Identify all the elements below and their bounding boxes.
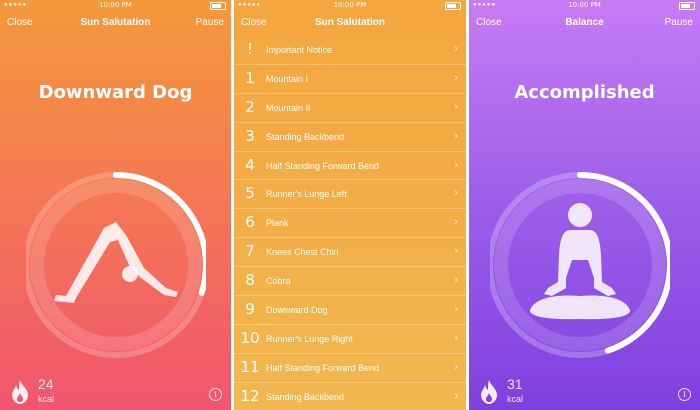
chevron-right-icon: ›: [454, 274, 458, 287]
step-number: 9: [245, 300, 255, 319]
list-item[interactable]: 11 Half Standing Forward Bend ›: [234, 354, 466, 383]
step-number: 10: [240, 328, 260, 347]
list-item[interactable]: 1 Mountain I ›: [234, 65, 466, 94]
nav-bar: Close Sun Salutation: [234, 14, 466, 32]
pose-title: Downward Dog: [38, 82, 193, 103]
chevron-right-icon: ›: [454, 129, 458, 142]
status-bar: ●●●●● 10:00 PM: [234, 0, 466, 11]
pose-label: Cobra: [266, 276, 291, 287]
step-number: !: [246, 40, 253, 58]
list-item[interactable]: 5 Runner's Lunge Left ›: [234, 180, 466, 210]
list-item[interactable]: ! Important Notice ›: [234, 36, 466, 65]
pose-label: Mountain II: [266, 102, 311, 113]
pose-label: Standing Backbend: [266, 131, 345, 142]
pose-label: Half Standing Forward Bend: [266, 160, 380, 171]
progress-ring: [490, 172, 670, 358]
pose-label: Standing Backbend: [266, 391, 345, 402]
pose-label: Runner's Lunge Right: [266, 333, 353, 344]
chevron-right-icon: ›: [454, 389, 458, 402]
step-number: 1: [245, 68, 255, 87]
kcal-value: 31: [507, 376, 523, 392]
list-item[interactable]: 10 Runner's Lunge Right ›: [234, 325, 466, 354]
step-number: 8: [245, 271, 255, 290]
nav-title: Sun Salutation: [315, 17, 385, 28]
pose-label: Runner's Lunge Left: [266, 189, 347, 200]
pause-button[interactable]: Pause: [665, 17, 693, 28]
list-item[interactable]: 9 Downward Dog ›: [234, 296, 466, 325]
step-number: 5: [245, 184, 255, 203]
chevron-right-icon: ›: [454, 43, 458, 55]
chevron-right-icon: ›: [454, 158, 458, 171]
list-item[interactable]: 3 Standing Backbend ›: [234, 123, 466, 152]
workout-screen-downward-dog: ●●●●● 10:00 PM Close Sun Salutation Paus…: [0, 0, 231, 410]
chevron-right-icon: ›: [454, 71, 458, 84]
step-number: 3: [245, 126, 255, 145]
flame-icon: [12, 380, 28, 404]
list-item[interactable]: 4 Half Standing Forward Bend ›: [234, 152, 466, 181]
pose-label: Mountain I: [266, 73, 309, 84]
battery-icon: [445, 2, 461, 10]
pose-label: Important Notice: [266, 45, 333, 55]
list-item[interactable]: 2 Mountain II ›: [234, 94, 466, 123]
chevron-right-icon: ›: [454, 216, 458, 229]
pose-list: ! Important Notice › 1 Mountain I › 2 Mountain …: [234, 36, 466, 410]
step-number: 2: [245, 97, 255, 116]
chevron-right-icon: ›: [454, 245, 458, 258]
chevron-right-icon: ›: [454, 187, 458, 200]
kcal-unit: kcal: [38, 394, 55, 404]
battery-icon: [210, 2, 226, 10]
nav-bar: Close Balance Pause: [469, 14, 700, 32]
pose-label: Plank: [266, 218, 289, 229]
step-number: 6: [245, 213, 255, 232]
status-time: 10:00 PM: [99, 1, 132, 9]
list-item[interactable]: 12 Standing Backbend ›: [234, 383, 466, 410]
chevron-right-icon: ›: [454, 331, 458, 344]
pause-button[interactable]: Pause: [196, 17, 224, 28]
chevron-right-icon: ›: [454, 100, 458, 113]
chevron-right-icon: ›: [454, 303, 458, 316]
status-time: 10:00 PM: [568, 1, 601, 9]
pose-list-screen: ●●●●● 10:00 PM Close Sun Salutation ! Imp…: [234, 0, 466, 410]
info-icon[interactable]: i: [209, 388, 222, 401]
status-bar: ●●●●● 10:00 PM: [469, 0, 700, 11]
workout-screen-accomplished: ●●●●● 10:00 PM Close Balance Pause Accom…: [469, 0, 700, 410]
list-item[interactable]: 7 Knees Chest Chin ›: [234, 238, 466, 268]
flame-icon: [481, 380, 497, 404]
list-item[interactable]: 6 Plank ›: [234, 209, 466, 239]
step-number: 4: [245, 155, 255, 174]
kcal-unit: kcal: [507, 394, 524, 404]
list-item[interactable]: 8 Cobra ›: [234, 267, 466, 297]
pose-label: Knees Chest Chin: [266, 247, 339, 258]
pose-title: Accomplished: [514, 82, 655, 103]
status-bar: ●●●●● 10:00 PM: [0, 0, 231, 11]
pose-label: Half Standing Forward Bend: [266, 362, 380, 373]
kcal-value: 24: [38, 376, 54, 392]
step-number: 12: [240, 386, 260, 405]
battery-icon: [679, 2, 695, 10]
chevron-right-icon: ›: [454, 360, 458, 373]
nav-bar: Close Sun Salutation Pause: [0, 14, 231, 32]
step-number: 11: [240, 357, 260, 376]
info-icon[interactable]: i: [678, 388, 691, 401]
meditation-pose-icon: [529, 203, 631, 320]
progress-ring: [26, 172, 206, 358]
status-time: 10:00 PM: [333, 1, 367, 9]
downward-dog-pose-icon: [54, 222, 178, 303]
step-number: 7: [245, 242, 255, 261]
pose-label: Downward Dog: [266, 305, 328, 316]
